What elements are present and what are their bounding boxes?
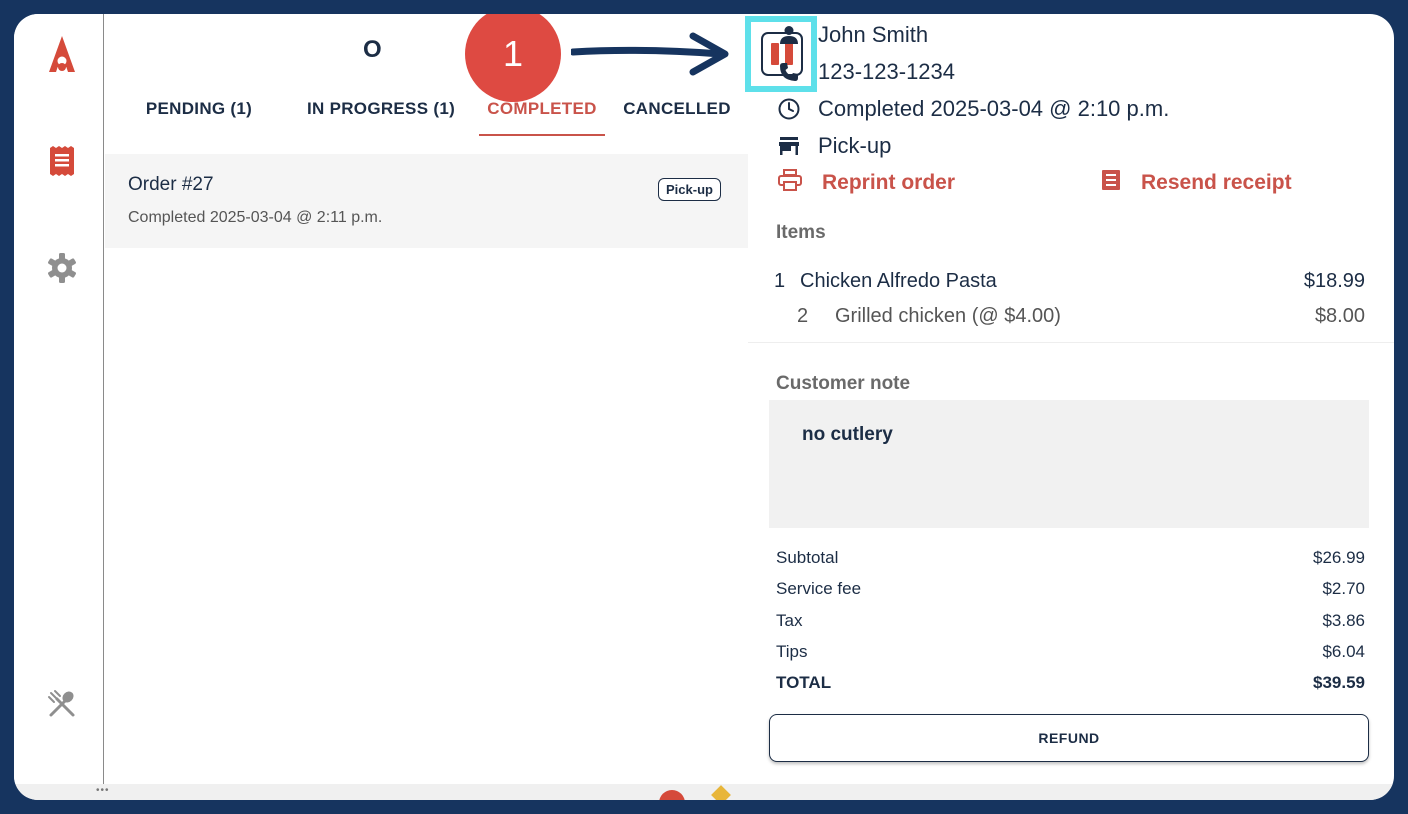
total-row: TOTAL $39.59 [776,673,1365,693]
tab-pending[interactable]: PENDING (1) [137,96,261,136]
tax-value: $3.86 [1322,611,1365,630]
bottom-bar: ••• [14,784,1394,800]
app-diamond-icon [711,785,731,800]
tax-label: Tax [776,611,803,630]
store-icon [778,135,800,157]
sidebar [14,14,104,784]
modifier-price: $8.00 [1314,305,1365,327]
tab-completed[interactable]: COMPLETED [479,96,605,136]
tax-row: Tax $3.86 [776,611,1365,631]
refund-button[interactable]: REFUND [769,714,1369,762]
item-qty: 1 [774,270,786,292]
order-type-row: Pick-up [778,133,891,159]
tips-label: Tips [776,642,808,661]
customer-note-box: no cutlery [769,400,1369,528]
item-price: $18.99 [1303,270,1365,292]
order-status-text: Completed 2025-03-04 @ 2:10 p.m. [818,96,1170,121]
service-fee-label: Service fee [776,579,862,598]
item-name: Chicken Alfredo Pasta [800,270,997,292]
clock-icon [778,98,800,120]
resend-receipt-button[interactable]: Resend receipt [1101,169,1292,197]
modifier-qty: 2 [797,305,809,327]
subtotal-value: $26.99 [1313,548,1365,567]
customer-phone-row: 123-123-1234 [778,59,955,85]
tips-value: $6.04 [1322,642,1365,661]
order-status-row: Completed 2025-03-04 @ 2:10 p.m. [778,96,1169,122]
order-status-tabs: PENDING (1) IN PROGRESS (1) COMPLETED CA… [105,96,748,136]
service-fee-row: Service fee $2.70 [776,579,1365,599]
order-type-text: Pick-up [818,133,892,158]
order-type-badge: Pick-up [658,178,721,201]
app-dot-icon [659,790,685,800]
app-logo-icon[interactable] [44,36,80,72]
order-list-item[interactable]: Order #27 Completed 2025-03-04 @ 2:11 p.… [105,154,748,248]
subtotal-row: Subtotal $26.99 [776,548,1365,568]
more-dots-icon: ••• [96,785,110,796]
service-fee-value: $2.70 [1322,579,1365,598]
order-details-panel: John Smith 123-123-1234 Completed 2025-0… [748,14,1394,784]
orders-title: O [363,36,382,63]
total-label: TOTAL [776,673,832,692]
divider [748,342,1394,343]
orders-panel: O PENDING (1) IN PROGRESS (1) COMPLETED … [105,14,817,784]
receipt-icon [1101,169,1121,197]
order-number: Order #27 [128,174,214,195]
customer-note-label: Customer note [776,373,911,394]
tips-row: Tips $6.04 [776,642,1365,662]
subtotal-label: Subtotal [776,548,839,567]
reprint-order-label: Reprint order [822,171,956,194]
customer-note-text: no cutlery [802,424,893,445]
person-icon [778,24,800,46]
orders-receipt-icon[interactable] [44,143,80,179]
settings-gear-icon[interactable] [44,250,80,286]
customer-name-row: John Smith [778,22,928,48]
resend-receipt-label: Resend receipt [1141,171,1292,194]
customer-phone: 123-123-1234 [818,59,956,84]
app-screen: O PENDING (1) IN PROGRESS (1) COMPLETED … [14,14,1394,800]
reprint-order-button[interactable]: Reprint order [778,169,955,197]
tab-cancelled[interactable]: CANCELLED [623,96,731,136]
customer-name: John Smith [818,22,929,47]
order-completed-time: Completed 2025-03-04 @ 2:11 p.m. [128,209,383,226]
tab-in-progress[interactable]: IN PROGRESS (1) [301,96,461,136]
total-value: $39.59 [1313,673,1365,692]
utensils-icon[interactable] [44,686,80,722]
items-label: Items [776,222,826,243]
modifier-name: Grilled chicken (@ $4.00) [835,305,1061,327]
step-callout: 1 [465,14,561,102]
phone-icon [778,61,800,83]
arrow-icon [571,32,729,76]
printer-icon [778,169,802,197]
step-number: 1 [502,33,524,74]
